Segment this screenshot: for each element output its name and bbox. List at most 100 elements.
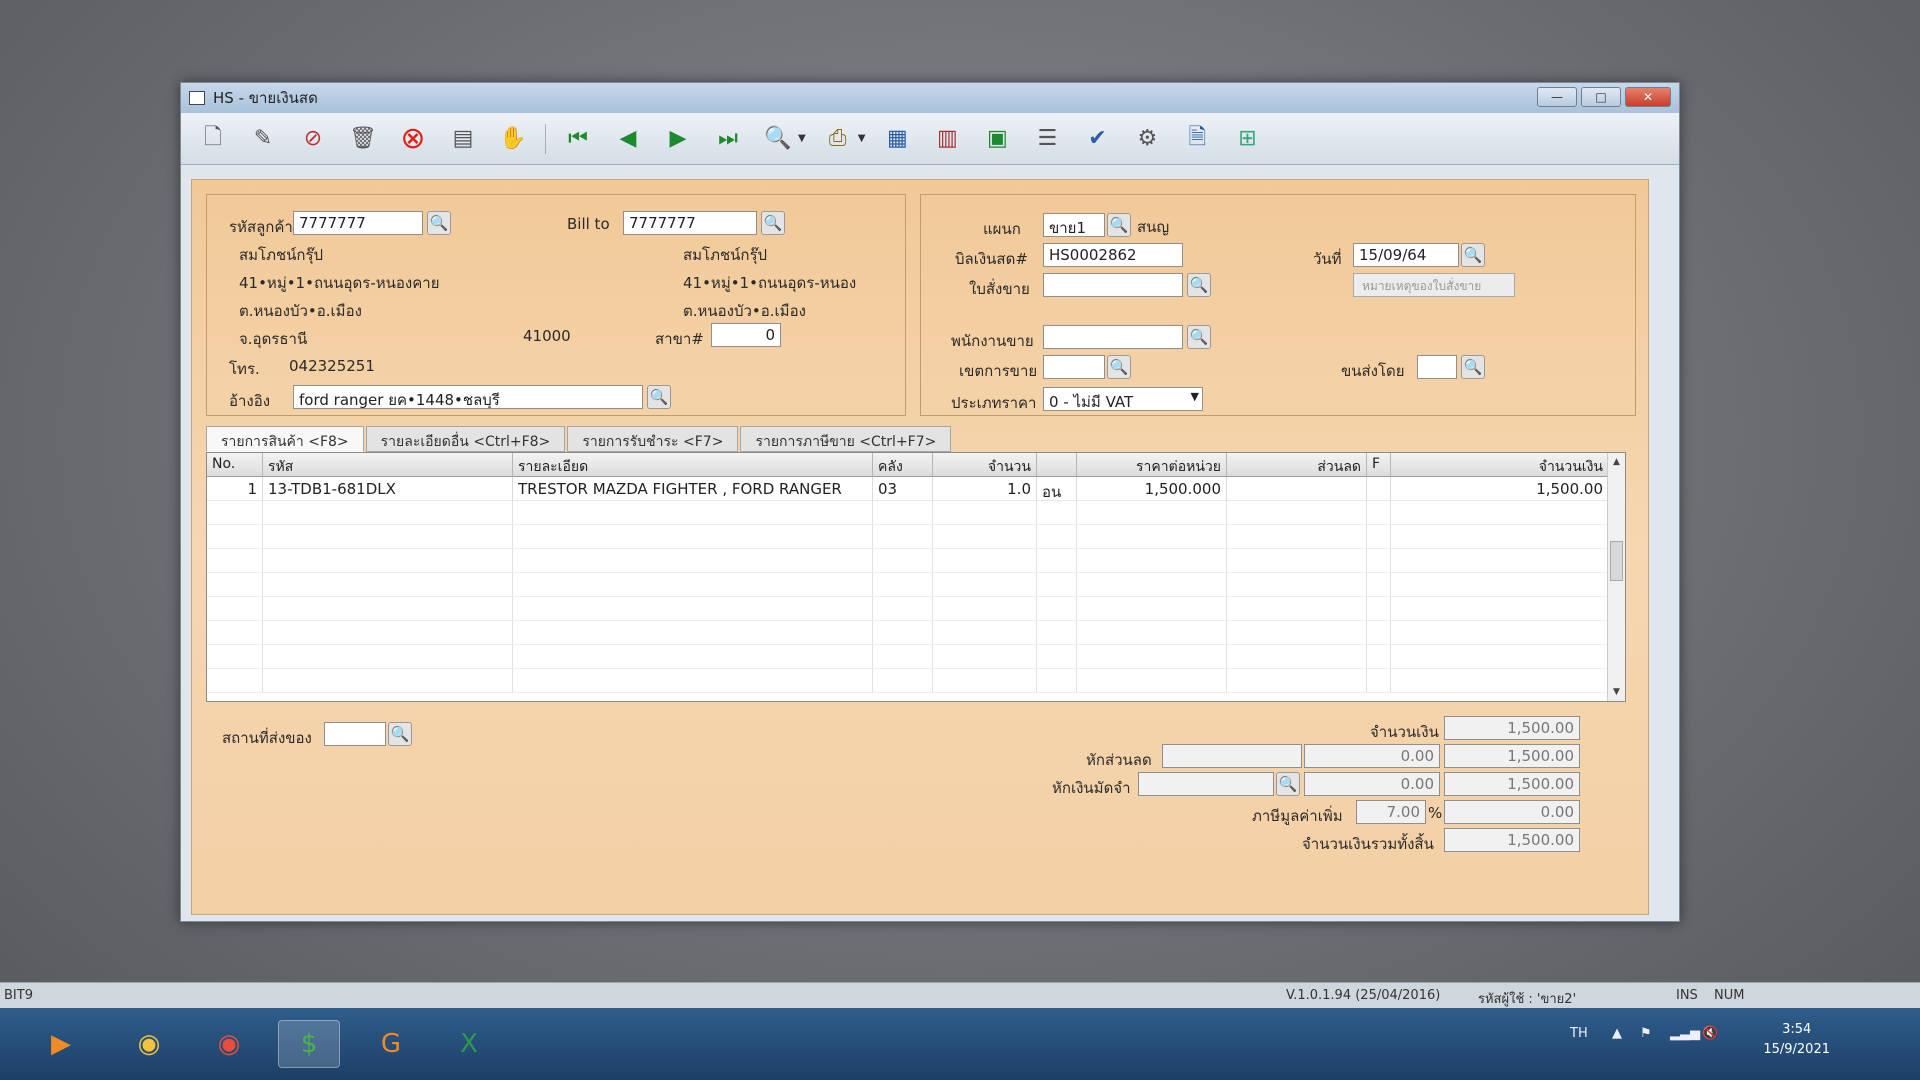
empty-cell[interactable] <box>873 621 933 645</box>
empty-cell[interactable] <box>873 549 933 573</box>
order-note-button[interactable]: หมายเหตุของใบสั่งขาย <box>1353 273 1515 297</box>
empty-cell[interactable] <box>933 645 1037 669</box>
empty-cell[interactable] <box>1077 501 1227 525</box>
empty-cell[interactable] <box>1077 525 1227 549</box>
cell-amount[interactable]: 1,500.00 <box>1391 477 1609 501</box>
col-warehouse[interactable]: คลัง <box>873 453 933 477</box>
empty-cell[interactable] <box>933 597 1037 621</box>
empty-cell[interactable] <box>207 525 263 549</box>
empty-cell[interactable] <box>1391 549 1609 573</box>
empty-cell[interactable] <box>873 669 933 693</box>
cell-unit[interactable]: อน <box>1037 477 1077 501</box>
save-icon[interactable]: ▤ <box>445 121 481 157</box>
col-unit-price[interactable]: ราคาต่อหน่วย <box>1077 453 1227 477</box>
tray-expand-icon[interactable]: ▲ <box>1612 1026 1622 1041</box>
empty-cell[interactable] <box>263 501 513 525</box>
empty-cell[interactable] <box>263 597 513 621</box>
empty-cell[interactable] <box>513 549 873 573</box>
empty-cell[interactable] <box>263 669 513 693</box>
chrome-icon[interactable]: ◉ <box>118 1020 180 1068</box>
empty-cell[interactable] <box>1227 621 1367 645</box>
app-g-icon[interactable]: G <box>360 1020 422 1068</box>
empty-cell[interactable] <box>1367 525 1391 549</box>
tab-sales-tax[interactable]: รายการภาษีขาย <Ctrl+F7> <box>740 426 952 452</box>
col-code[interactable]: รหัส <box>263 453 513 477</box>
deposit-search-icon[interactable]: 🔍 <box>1276 772 1300 796</box>
empty-cell[interactable] <box>873 573 933 597</box>
cell-warehouse[interactable]: 03 <box>873 477 933 501</box>
network-icon[interactable]: ⊞ <box>1229 121 1265 157</box>
empty-cell[interactable] <box>1037 525 1077 549</box>
report-icon[interactable]: ☰ <box>1029 121 1065 157</box>
empty-cell[interactable] <box>263 645 513 669</box>
last-record-icon[interactable]: ⏭ <box>710 121 746 157</box>
empty-cell[interactable] <box>873 525 933 549</box>
reference-input[interactable]: ford ranger ยค•1448•ชลบุรี <box>293 385 643 409</box>
delivery-search-icon[interactable]: 🔍 <box>388 722 412 746</box>
search-dropdown-arrow[interactable]: ▼ <box>798 133 806 144</box>
empty-grid-row[interactable] <box>207 597 1625 621</box>
approve-ok-icon[interactable]: ✔ <box>1079 121 1115 157</box>
empty-cell[interactable] <box>1227 501 1367 525</box>
empty-cell[interactable] <box>207 573 263 597</box>
price-type-select[interactable]: 0 - ไม่มี VAT ▼ <box>1043 387 1203 411</box>
minimize-button[interactable]: — <box>1537 87 1577 107</box>
empty-cell[interactable] <box>933 669 1037 693</box>
table-row[interactable]: 1 13-TDB1-681DLX TRESTOR MAZDA FIGHTER ,… <box>207 477 1625 501</box>
title-bar[interactable]: HS - ขายเงินสด — □ ✕ <box>181 83 1679 113</box>
col-unit[interactable] <box>1037 453 1077 477</box>
empty-cell[interactable] <box>1037 501 1077 525</box>
empty-cell[interactable] <box>207 621 263 645</box>
col-no[interactable]: No. <box>207 453 263 477</box>
empty-cell[interactable] <box>1391 669 1609 693</box>
delivery-input[interactable] <box>324 722 386 746</box>
tab-other-details[interactable]: รายละเอียดอื่น <Ctrl+F8> <box>365 426 566 452</box>
empty-cell[interactable] <box>513 501 873 525</box>
empty-cell[interactable] <box>1077 597 1227 621</box>
cell-description[interactable]: TRESTOR MAZDA FIGHTER , FORD RANGER <box>513 477 873 501</box>
items-grid[interactable]: No. รหัส รายละเอียด คลัง จำนวน ราคาต่อหน… <box>206 452 1626 702</box>
empty-cell[interactable] <box>207 645 263 669</box>
sales-area-search-icon[interactable]: 🔍 <box>1107 355 1131 379</box>
col-description[interactable]: รายละเอียด <box>513 453 873 477</box>
empty-cell[interactable] <box>1367 669 1391 693</box>
print-icon[interactable]: ⎙ <box>820 121 856 157</box>
empty-cell[interactable] <box>1227 549 1367 573</box>
customer-search-icon[interactable]: 🔍 <box>427 211 451 235</box>
reference-search-icon[interactable]: 🔍 <box>647 385 671 409</box>
scroll-down-icon[interactable]: ▼ <box>1608 683 1625 701</box>
col-quantity[interactable]: จำนวน <box>933 453 1037 477</box>
empty-cell[interactable] <box>513 573 873 597</box>
empty-cell[interactable] <box>1037 549 1077 573</box>
empty-cell[interactable] <box>1391 573 1609 597</box>
tab-payments[interactable]: รายการรับชำระ <F7> <box>567 426 739 452</box>
empty-cell[interactable] <box>263 525 513 549</box>
salesperson-input[interactable] <box>1043 325 1183 349</box>
empty-cell[interactable] <box>1037 645 1077 669</box>
empty-cell[interactable] <box>1037 669 1077 693</box>
customer-code-input[interactable]: 7777777 <box>293 211 423 235</box>
dept-search-icon[interactable]: 🔍 <box>1107 213 1131 237</box>
handshake-icon[interactable]: ✋ <box>495 121 531 157</box>
empty-grid-row[interactable] <box>207 669 1625 693</box>
delete-icon[interactable]: 🗑 <box>345 121 381 157</box>
date-picker-icon[interactable]: 🔍 <box>1461 243 1485 267</box>
empty-cell[interactable] <box>513 597 873 621</box>
network-signal-icon[interactable]: ▂▃▅ <box>1670 1026 1700 1041</box>
register-icon[interactable]: ▥ <box>929 121 965 157</box>
calculator-icon[interactable]: ▦ <box>879 121 915 157</box>
flag-icon[interactable]: ⚑ <box>1640 1026 1652 1041</box>
empty-cell[interactable] <box>933 501 1037 525</box>
empty-grid-row[interactable] <box>207 525 1625 549</box>
empty-cell[interactable] <box>1227 645 1367 669</box>
empty-cell[interactable] <box>933 549 1037 573</box>
empty-cell[interactable] <box>933 525 1037 549</box>
bill-to-search-icon[interactable]: 🔍 <box>761 211 785 235</box>
empty-cell[interactable] <box>1227 525 1367 549</box>
empty-grid-row[interactable] <box>207 573 1625 597</box>
empty-cell[interactable] <box>1227 669 1367 693</box>
cell-no[interactable]: 1 <box>207 477 263 501</box>
chrome-profile-icon[interactable]: ◉ <box>198 1020 260 1068</box>
accounting-app-icon[interactable]: $ <box>278 1020 340 1068</box>
salesperson-search-icon[interactable]: 🔍 <box>1187 325 1211 349</box>
